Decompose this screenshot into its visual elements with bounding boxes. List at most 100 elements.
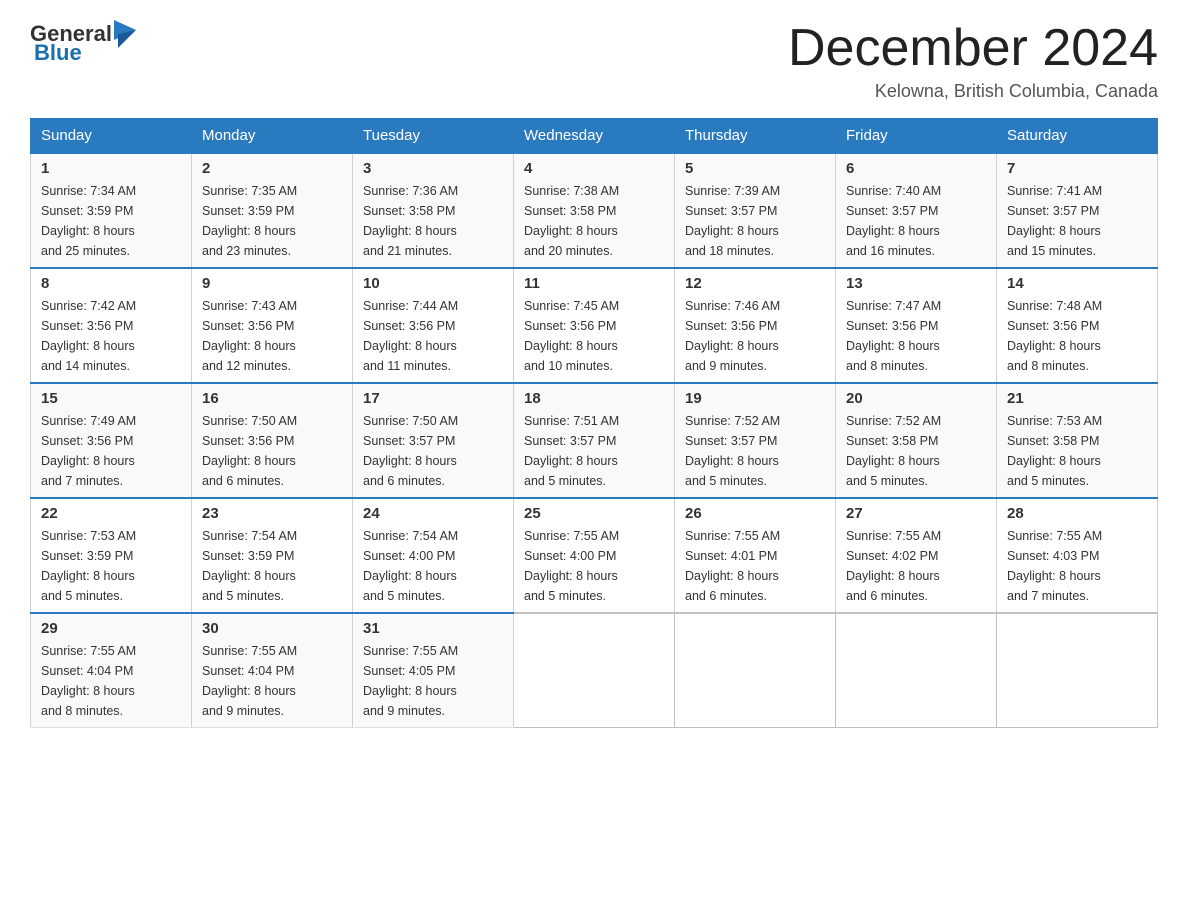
day-info: Sunrise: 7:45 AM Sunset: 3:56 PM Dayligh… <box>524 296 664 376</box>
day-info: Sunrise: 7:54 AM Sunset: 3:59 PM Dayligh… <box>202 526 342 606</box>
day-number: 18 <box>524 390 664 407</box>
header-friday: Friday <box>836 119 997 154</box>
logo-blue-text: Blue <box>34 40 82 66</box>
day-info: Sunrise: 7:54 AM Sunset: 4:00 PM Dayligh… <box>363 526 503 606</box>
day-info: Sunrise: 7:47 AM Sunset: 3:56 PM Dayligh… <box>846 296 986 376</box>
calendar-day-cell: 13 Sunrise: 7:47 AM Sunset: 3:56 PM Dayl… <box>836 268 997 383</box>
calendar-day-cell: 6 Sunrise: 7:40 AM Sunset: 3:57 PM Dayli… <box>836 153 997 268</box>
calendar-week-row: 15 Sunrise: 7:49 AM Sunset: 3:56 PM Dayl… <box>31 383 1158 498</box>
calendar-day-cell: 25 Sunrise: 7:55 AM Sunset: 4:00 PM Dayl… <box>514 498 675 613</box>
day-number: 25 <box>524 505 664 522</box>
day-info: Sunrise: 7:36 AM Sunset: 3:58 PM Dayligh… <box>363 181 503 261</box>
day-info: Sunrise: 7:55 AM Sunset: 4:05 PM Dayligh… <box>363 641 503 721</box>
day-info: Sunrise: 7:39 AM Sunset: 3:57 PM Dayligh… <box>685 181 825 261</box>
calendar-day-cell: 21 Sunrise: 7:53 AM Sunset: 3:58 PM Dayl… <box>997 383 1158 498</box>
header-tuesday: Tuesday <box>353 119 514 154</box>
day-number: 17 <box>363 390 503 407</box>
calendar-day-cell: 20 Sunrise: 7:52 AM Sunset: 3:58 PM Dayl… <box>836 383 997 498</box>
day-number: 2 <box>202 160 342 177</box>
day-number: 26 <box>685 505 825 522</box>
calendar-day-cell <box>514 613 675 728</box>
day-info: Sunrise: 7:46 AM Sunset: 3:56 PM Dayligh… <box>685 296 825 376</box>
day-number: 28 <box>1007 505 1147 522</box>
day-number: 5 <box>685 160 825 177</box>
day-info: Sunrise: 7:51 AM Sunset: 3:57 PM Dayligh… <box>524 411 664 491</box>
day-info: Sunrise: 7:42 AM Sunset: 3:56 PM Dayligh… <box>41 296 181 376</box>
day-number: 27 <box>846 505 986 522</box>
day-number: 3 <box>363 160 503 177</box>
page-header: General Blue December 2024 Kelowna, Brit… <box>30 20 1158 102</box>
calendar-day-cell: 27 Sunrise: 7:55 AM Sunset: 4:02 PM Dayl… <box>836 498 997 613</box>
day-number: 30 <box>202 620 342 637</box>
calendar-day-cell: 29 Sunrise: 7:55 AM Sunset: 4:04 PM Dayl… <box>31 613 192 728</box>
logo: General Blue <box>30 20 144 66</box>
day-number: 7 <box>1007 160 1147 177</box>
day-info: Sunrise: 7:35 AM Sunset: 3:59 PM Dayligh… <box>202 181 342 261</box>
day-info: Sunrise: 7:49 AM Sunset: 3:56 PM Dayligh… <box>41 411 181 491</box>
day-info: Sunrise: 7:55 AM Sunset: 4:02 PM Dayligh… <box>846 526 986 606</box>
day-number: 6 <box>846 160 986 177</box>
day-info: Sunrise: 7:50 AM Sunset: 3:56 PM Dayligh… <box>202 411 342 491</box>
day-info: Sunrise: 7:44 AM Sunset: 3:56 PM Dayligh… <box>363 296 503 376</box>
day-info: Sunrise: 7:52 AM Sunset: 3:58 PM Dayligh… <box>846 411 986 491</box>
calendar-day-cell: 4 Sunrise: 7:38 AM Sunset: 3:58 PM Dayli… <box>514 153 675 268</box>
calendar-header-row: Sunday Monday Tuesday Wednesday Thursday… <box>31 119 1158 154</box>
calendar-day-cell: 19 Sunrise: 7:52 AM Sunset: 3:57 PM Dayl… <box>675 383 836 498</box>
calendar-week-row: 22 Sunrise: 7:53 AM Sunset: 3:59 PM Dayl… <box>31 498 1158 613</box>
day-info: Sunrise: 7:53 AM Sunset: 3:59 PM Dayligh… <box>41 526 181 606</box>
calendar-day-cell: 28 Sunrise: 7:55 AM Sunset: 4:03 PM Dayl… <box>997 498 1158 613</box>
calendar-day-cell: 30 Sunrise: 7:55 AM Sunset: 4:04 PM Dayl… <box>192 613 353 728</box>
calendar-week-row: 29 Sunrise: 7:55 AM Sunset: 4:04 PM Dayl… <box>31 613 1158 728</box>
day-number: 15 <box>41 390 181 407</box>
day-info: Sunrise: 7:34 AM Sunset: 3:59 PM Dayligh… <box>41 181 181 261</box>
calendar-day-cell: 22 Sunrise: 7:53 AM Sunset: 3:59 PM Dayl… <box>31 498 192 613</box>
day-number: 4 <box>524 160 664 177</box>
calendar-day-cell: 7 Sunrise: 7:41 AM Sunset: 3:57 PM Dayli… <box>997 153 1158 268</box>
logo-flag-icon <box>114 20 144 48</box>
day-number: 14 <box>1007 275 1147 292</box>
day-info: Sunrise: 7:52 AM Sunset: 3:57 PM Dayligh… <box>685 411 825 491</box>
day-number: 24 <box>363 505 503 522</box>
day-number: 21 <box>1007 390 1147 407</box>
calendar-day-cell: 14 Sunrise: 7:48 AM Sunset: 3:56 PM Dayl… <box>997 268 1158 383</box>
day-number: 13 <box>846 275 986 292</box>
calendar-day-cell: 26 Sunrise: 7:55 AM Sunset: 4:01 PM Dayl… <box>675 498 836 613</box>
day-number: 8 <box>41 275 181 292</box>
day-number: 1 <box>41 160 181 177</box>
calendar-day-cell: 18 Sunrise: 7:51 AM Sunset: 3:57 PM Dayl… <box>514 383 675 498</box>
day-info: Sunrise: 7:48 AM Sunset: 3:56 PM Dayligh… <box>1007 296 1147 376</box>
day-number: 19 <box>685 390 825 407</box>
calendar-day-cell: 16 Sunrise: 7:50 AM Sunset: 3:56 PM Dayl… <box>192 383 353 498</box>
day-number: 29 <box>41 620 181 637</box>
day-info: Sunrise: 7:55 AM Sunset: 4:04 PM Dayligh… <box>41 641 181 721</box>
calendar-day-cell: 11 Sunrise: 7:45 AM Sunset: 3:56 PM Dayl… <box>514 268 675 383</box>
header-sunday: Sunday <box>31 119 192 154</box>
month-title: December 2024 <box>788 20 1158 77</box>
day-info: Sunrise: 7:50 AM Sunset: 3:57 PM Dayligh… <box>363 411 503 491</box>
day-info: Sunrise: 7:55 AM Sunset: 4:01 PM Dayligh… <box>685 526 825 606</box>
day-number: 9 <box>202 275 342 292</box>
calendar-day-cell: 10 Sunrise: 7:44 AM Sunset: 3:56 PM Dayl… <box>353 268 514 383</box>
header-wednesday: Wednesday <box>514 119 675 154</box>
day-info: Sunrise: 7:43 AM Sunset: 3:56 PM Dayligh… <box>202 296 342 376</box>
calendar-day-cell <box>997 613 1158 728</box>
day-number: 12 <box>685 275 825 292</box>
calendar-day-cell: 3 Sunrise: 7:36 AM Sunset: 3:58 PM Dayli… <box>353 153 514 268</box>
calendar-day-cell: 17 Sunrise: 7:50 AM Sunset: 3:57 PM Dayl… <box>353 383 514 498</box>
calendar-day-cell: 9 Sunrise: 7:43 AM Sunset: 3:56 PM Dayli… <box>192 268 353 383</box>
day-info: Sunrise: 7:41 AM Sunset: 3:57 PM Dayligh… <box>1007 181 1147 261</box>
calendar-day-cell: 5 Sunrise: 7:39 AM Sunset: 3:57 PM Dayli… <box>675 153 836 268</box>
header-thursday: Thursday <box>675 119 836 154</box>
calendar-table: Sunday Monday Tuesday Wednesday Thursday… <box>30 118 1158 728</box>
day-number: 31 <box>363 620 503 637</box>
header-saturday: Saturday <box>997 119 1158 154</box>
calendar-day-cell: 2 Sunrise: 7:35 AM Sunset: 3:59 PM Dayli… <box>192 153 353 268</box>
calendar-day-cell: 12 Sunrise: 7:46 AM Sunset: 3:56 PM Dayl… <box>675 268 836 383</box>
day-info: Sunrise: 7:53 AM Sunset: 3:58 PM Dayligh… <box>1007 411 1147 491</box>
calendar-week-row: 8 Sunrise: 7:42 AM Sunset: 3:56 PM Dayli… <box>31 268 1158 383</box>
calendar-week-row: 1 Sunrise: 7:34 AM Sunset: 3:59 PM Dayli… <box>31 153 1158 268</box>
day-number: 22 <box>41 505 181 522</box>
day-number: 20 <box>846 390 986 407</box>
title-block: December 2024 Kelowna, British Columbia,… <box>788 20 1158 102</box>
day-info: Sunrise: 7:55 AM Sunset: 4:00 PM Dayligh… <box>524 526 664 606</box>
